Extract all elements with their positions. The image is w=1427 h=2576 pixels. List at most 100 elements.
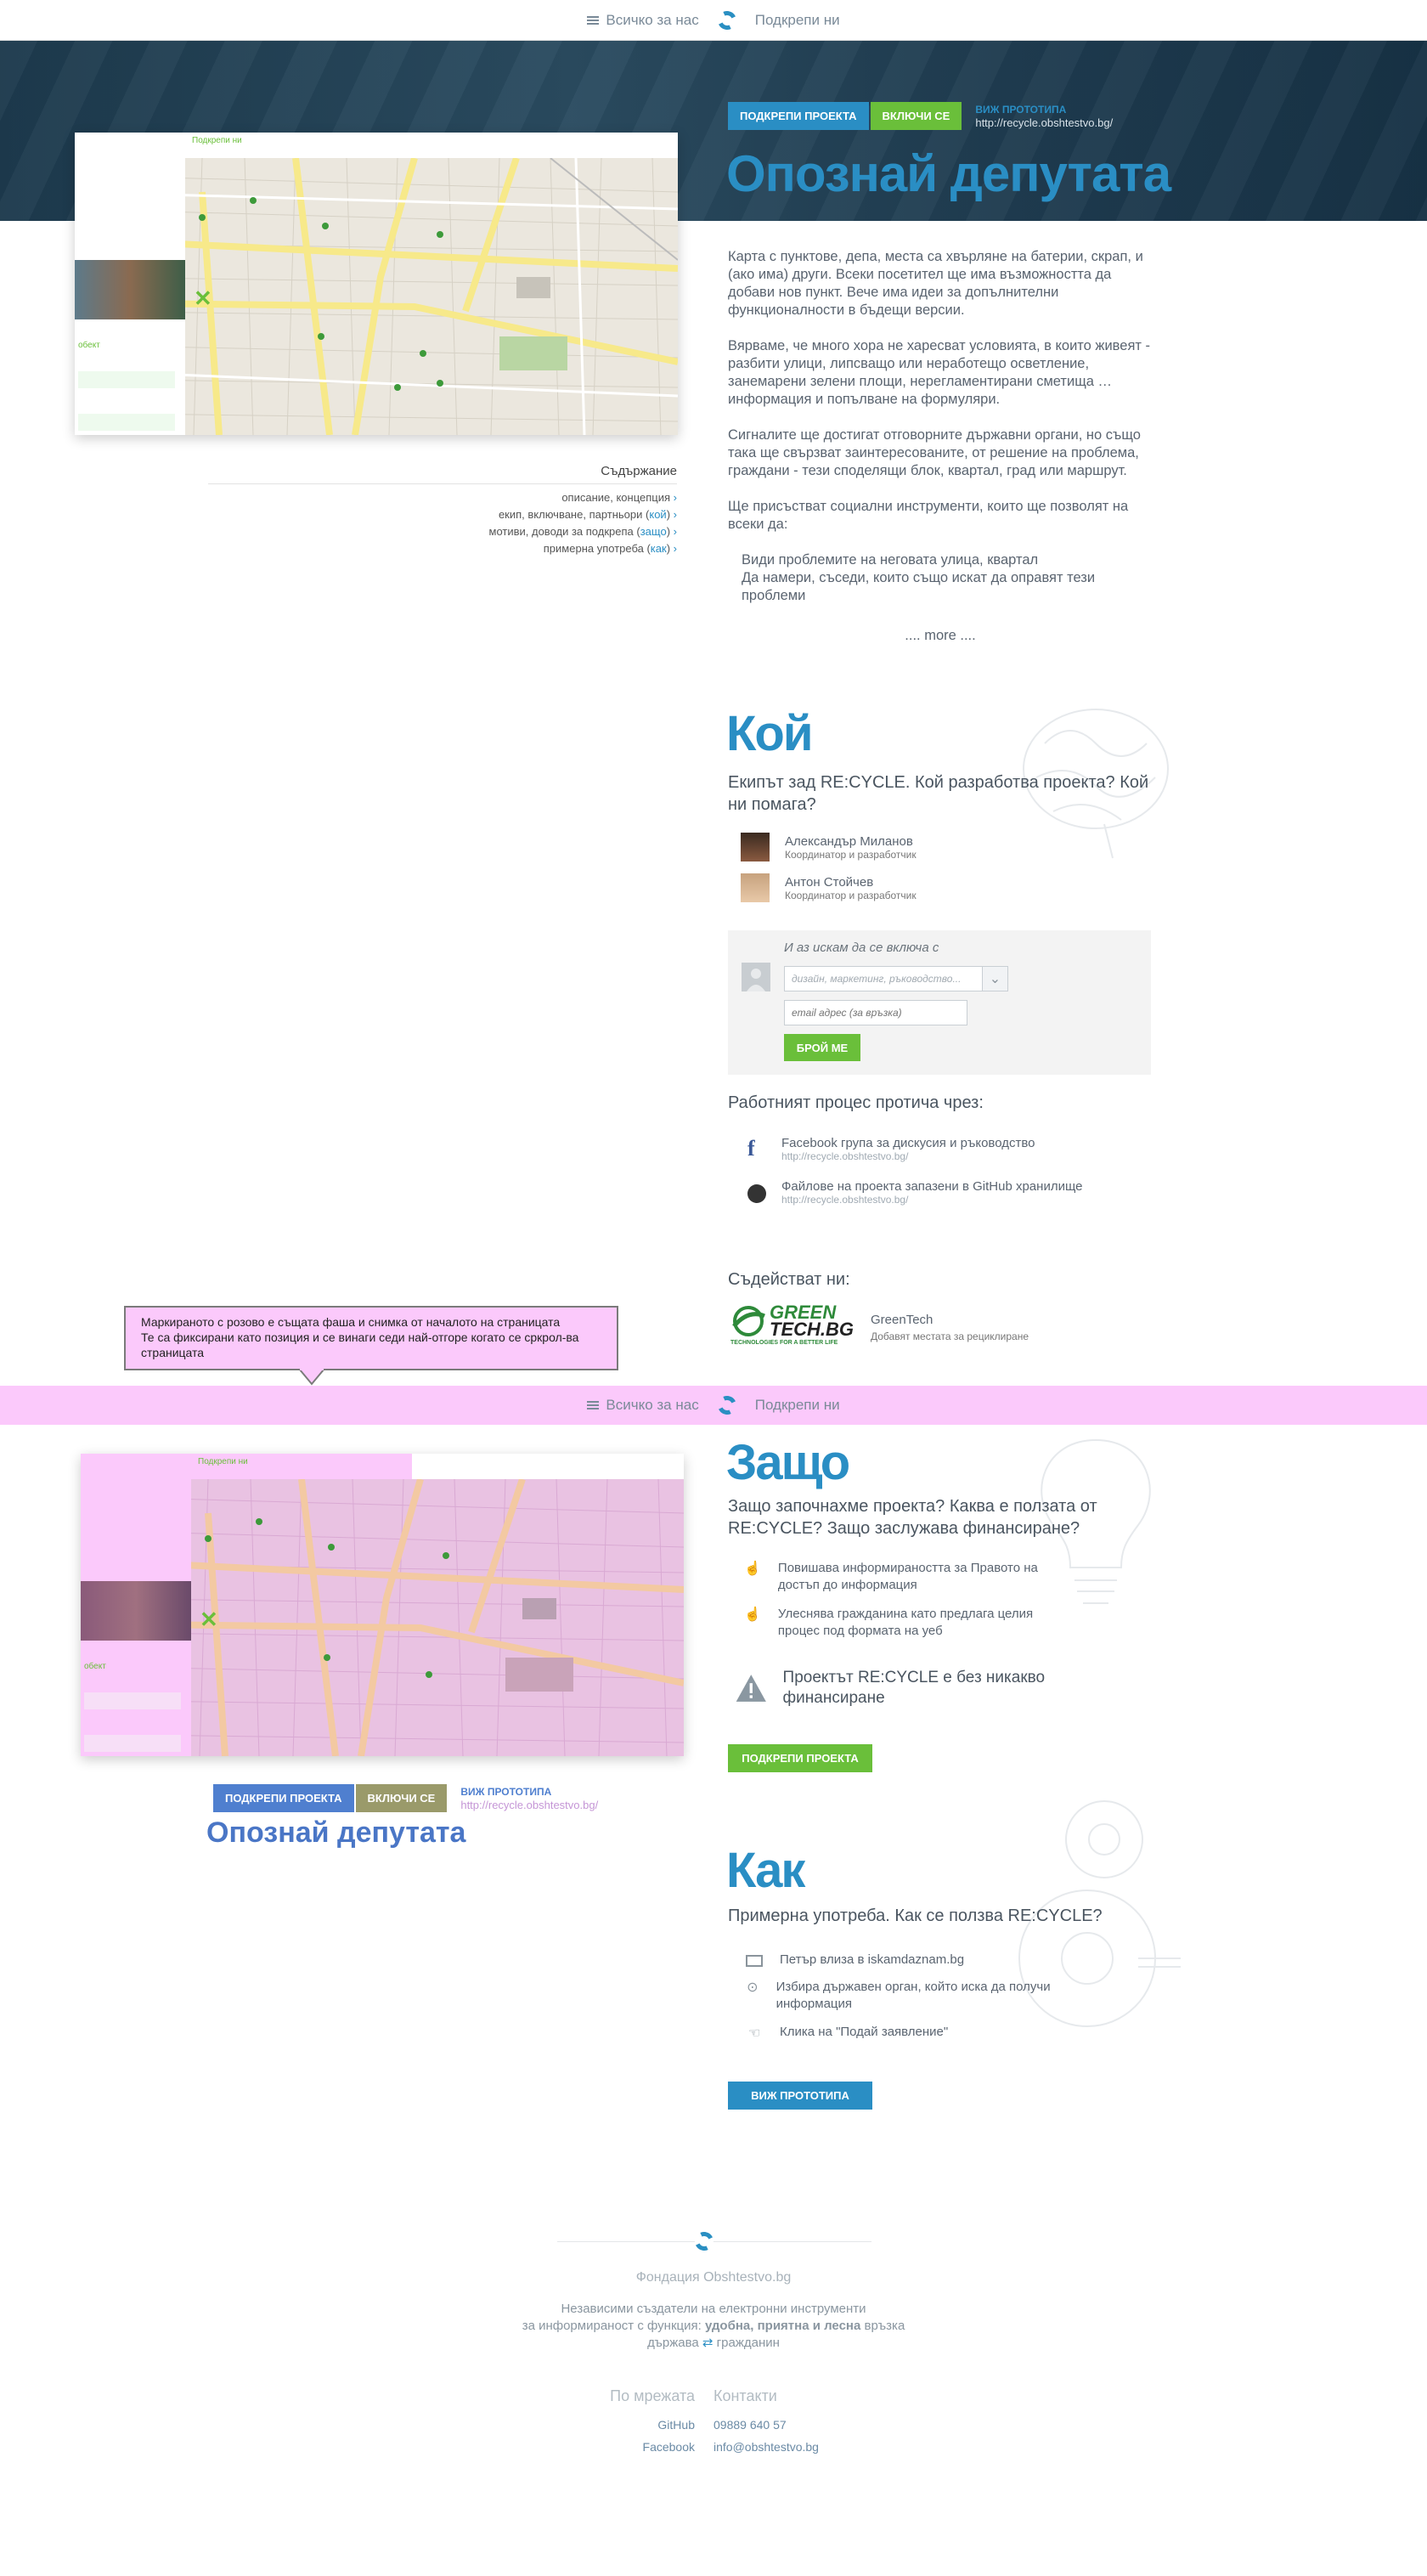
process-item[interactable]: Файлове на проекта запазени в GitHub хра… bbox=[747, 1179, 1082, 1206]
map-support-link[interactable]: Подкрепи ни bbox=[192, 136, 242, 145]
prototype-link[interactable]: ВИЖ ПРОТОТИПА http://recycle.obshtestvo.… bbox=[975, 104, 1113, 129]
callout-pointer-icon bbox=[299, 1369, 324, 1386]
map-area[interactable]: обект ✕ bbox=[75, 158, 678, 435]
view-prototype-button[interactable]: ВИЖ ПРОТОТИПА bbox=[728, 2082, 872, 2110]
process-item-url[interactable]: http://recycle.obshtestvo.bg/ bbox=[781, 1194, 1082, 1206]
annotation-line: Те са фиксирани като позиция и се винаги… bbox=[141, 1330, 579, 1359]
team-member: Александър Миланов Координатор и разрабо… bbox=[741, 833, 917, 861]
toc-item[interactable]: мотиви, доводи за подкрепа (защо) › bbox=[208, 523, 678, 540]
globe-icon bbox=[732, 1306, 765, 1336]
nav-support-link[interactable]: Подкрепи ни bbox=[755, 12, 840, 29]
map-side-panel: обект bbox=[75, 158, 185, 435]
join-button[interactable]: ВКЛЮЧИ СЕ bbox=[870, 102, 962, 130]
nav-about-link[interactable]: Всичко за нас bbox=[587, 11, 699, 29]
logo-icon[interactable] bbox=[714, 8, 739, 32]
footer-contacts: Контакти 09889 640 57 info@obshtestvo.bg bbox=[714, 2387, 917, 2458]
how-title: Как bbox=[726, 1843, 805, 1898]
toc-item[interactable]: описание, концепция › bbox=[208, 489, 677, 506]
join-form-title: И аз искам да се включа с bbox=[784, 941, 939, 955]
browser-icon bbox=[746, 1955, 763, 1967]
why-points: ☝ Повишава информираността за Правото на… bbox=[744, 1560, 1050, 1640]
logo-icon[interactable] bbox=[691, 2229, 717, 2254]
facebook-link[interactable]: Facebook bbox=[510, 2436, 695, 2458]
support-project-button[interactable]: ПОДКРЕПИ ПРОЕКТА bbox=[213, 1784, 354, 1812]
phone-number: 09889 640 57 bbox=[714, 2418, 787, 2432]
process-list: f Facebook група за дискусия и ръководст… bbox=[747, 1136, 1082, 1206]
thumbs-up-icon: ☝ bbox=[744, 1562, 761, 1576]
toc-item[interactable]: примерна употреба (как) › bbox=[208, 540, 677, 557]
greentech-logo[interactable]: GREEN TECH.BG TECHNOLOGIES FOR A BETTER … bbox=[730, 1303, 854, 1352]
sticky-map-screenshot: Подкрепи ни обект ✕ bbox=[81, 1454, 684, 1756]
description: Карта с пунктове, депа, места са хвърлян… bbox=[728, 248, 1153, 645]
location-photo bbox=[75, 260, 185, 319]
avatar bbox=[741, 873, 770, 902]
close-icon[interactable]: ✕ bbox=[200, 1607, 218, 1633]
map-side-field[interactable] bbox=[78, 414, 175, 431]
map-area[interactable]: обект ✕ bbox=[81, 1479, 684, 1756]
how-step-text: Клика на "Подай заявление" bbox=[780, 2025, 949, 2039]
page-title: Опознай депутата bbox=[726, 145, 1171, 202]
more-link[interactable]: .... more .... bbox=[728, 627, 1153, 645]
prototype-url: http://recycle.obshtestvo.bg/ bbox=[460, 1798, 599, 1811]
footer-divider bbox=[557, 2241, 871, 2242]
map-side-field[interactable] bbox=[78, 371, 175, 388]
team-member: Антон Стойчев Координатор и разработчик bbox=[741, 873, 917, 902]
nav-about-label: Всичко за нас bbox=[606, 11, 699, 28]
team-list: Александър Миланов Координатор и разрабо… bbox=[741, 833, 917, 902]
nav-support-link[interactable]: Подкрепи ни bbox=[755, 1397, 840, 1414]
person-name: Антон Стойчев bbox=[785, 874, 874, 890]
partners-title: Съдействат ни: bbox=[728, 1270, 850, 1289]
why-subtitle: Защо започнахме проекта? Каква е ползата… bbox=[728, 1497, 1097, 1538]
count-me-button[interactable]: БРОЙ МЕ bbox=[784, 1034, 860, 1061]
thumbs-up-icon: ☝ bbox=[744, 1607, 761, 1622]
sticky-hero-actions: ПОДКРЕПИ ПРОЕКТА ВКЛЮЧИ СЕ ВИЖ ПРОТОТИПА… bbox=[213, 1784, 598, 1812]
email-link[interactable]: info@obshtestvo.bg bbox=[714, 2436, 917, 2458]
map-support-link[interactable]: Подкрепи ни bbox=[198, 1457, 248, 1466]
why-point-text: Улеснява гражданина като предлага целия … bbox=[777, 1607, 1034, 1638]
github-link[interactable]: GitHub bbox=[510, 2414, 695, 2436]
top-navigation: Всичко за нас Подкрепи ни bbox=[0, 0, 1427, 41]
facebook-icon: f bbox=[747, 1136, 755, 1161]
github-icon bbox=[747, 1184, 766, 1203]
email-input[interactable] bbox=[784, 1000, 967, 1025]
nav-support-label: Подкрепи ни bbox=[754, 1397, 840, 1413]
who-title: Кой bbox=[726, 706, 813, 761]
how-step-text: Избира държавен орган, който иска да пол… bbox=[776, 1980, 1051, 2011]
map-header: Подкрепи ни bbox=[75, 133, 406, 158]
prototype-link[interactable]: ВИЖ ПРОТОТИПА http://recycle.obshtestvo.… bbox=[460, 1786, 598, 1811]
how-step: ☜ Клика на "Подай заявление" bbox=[746, 2025, 1052, 2042]
how-step-text: Петър влиза в iskamdaznam.bg bbox=[780, 1952, 965, 1967]
chevron-down-icon[interactable]: ⌄ bbox=[982, 967, 1007, 991]
support-project-button[interactable]: ПОДКРЕПИ ПРОЕКТА bbox=[728, 1744, 872, 1772]
logo-icon[interactable] bbox=[714, 1393, 739, 1418]
description-paragraph: Ще присъстват социални инструменти, коит… bbox=[728, 499, 1129, 532]
nav-about-link[interactable]: Всичко за нас bbox=[587, 1397, 699, 1414]
description-list-item: Види проблемите на неговата улица, кварт… bbox=[742, 552, 1039, 568]
support-project-button[interactable]: ПОДКРЕПИ ПРОЕКТА bbox=[728, 102, 869, 130]
close-icon[interactable]: ✕ bbox=[194, 285, 212, 312]
annotation-callout: Маркираното с розово е същата фаша и сни… bbox=[124, 1306, 618, 1370]
map-side-field[interactable] bbox=[84, 1692, 181, 1709]
toc-item[interactable]: екип, включване, партньори (кой) › bbox=[208, 506, 677, 523]
process-item[interactable]: f Facebook група за дискусия и ръководст… bbox=[747, 1136, 1082, 1162]
prototype-url: http://recycle.obshtestvo.bg/ bbox=[975, 116, 1114, 129]
avatar bbox=[741, 833, 770, 861]
map-side-field[interactable] bbox=[84, 1735, 181, 1752]
footer-contacts-title: Контакти bbox=[714, 2387, 777, 2404]
join-button[interactable]: ВКЛЮЧИ СЕ bbox=[355, 1784, 448, 1812]
partner-desc: Добавят местата за рециклиране bbox=[871, 1330, 1029, 1342]
skills-select[interactable]: дизайн, маркетинг, ръководство... ⌄ bbox=[784, 966, 1008, 991]
prototype-label: ВИЖ ПРОТОТИПА bbox=[975, 103, 1067, 116]
footer-network-title: По мрежата bbox=[610, 2387, 695, 2404]
warning-icon bbox=[736, 1675, 766, 1702]
partner-name: GreenTech bbox=[871, 1313, 933, 1327]
sticky-navigation: Всичко за нас Подкрепи ни bbox=[0, 1386, 1427, 1425]
sticky-page-title: Опознай депутата bbox=[206, 1816, 466, 1849]
location-photo bbox=[81, 1581, 191, 1641]
process-item-url[interactable]: http://recycle.obshtestvo.bg/ bbox=[781, 1150, 1035, 1162]
table-of-contents: Съдържание описание, концепция › екип, в… bbox=[208, 464, 677, 557]
process-item-text: Файлове на проекта запазени в GitHub хра… bbox=[781, 1179, 1083, 1194]
menu-icon bbox=[587, 15, 600, 25]
process-title: Работният процес протича чрез: bbox=[728, 1093, 984, 1112]
map-header: Подкрепи ни bbox=[81, 1454, 412, 1479]
